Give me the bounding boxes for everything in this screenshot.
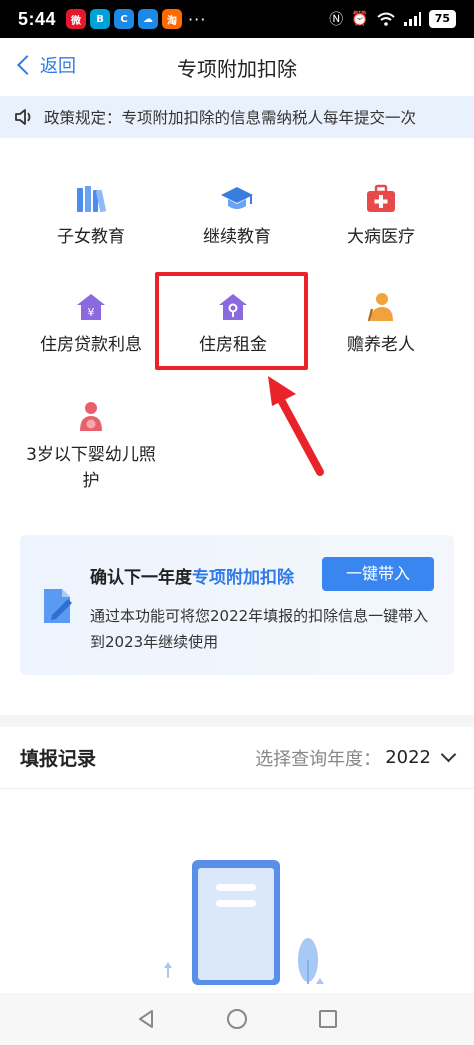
- annotation-arrow: [268, 376, 324, 476]
- category-housing-loan-interest[interactable]: ¥ 住房贷款利息: [16, 290, 166, 358]
- graduation-cap-icon: [220, 182, 254, 216]
- chevron-left-icon: [17, 55, 37, 75]
- category-serious-illness[interactable]: 大病医疗: [306, 182, 456, 250]
- year-selector[interactable]: 选择查询年度： 2022: [255, 745, 457, 771]
- mother-baby-icon: [74, 400, 108, 434]
- taobao-icon: 淘: [162, 9, 183, 29]
- records-title: 填报记录: [20, 748, 97, 770]
- alarm-icon: ⏰: [351, 11, 369, 27]
- house-yen-icon: ¥: [74, 290, 108, 324]
- empty-records-illustration: [164, 860, 324, 985]
- books-icon: [74, 182, 108, 216]
- wifi-icon: [377, 12, 395, 26]
- status-time: 5:44: [18, 8, 57, 29]
- banner-title-highlight: 专项附加扣除: [192, 568, 294, 588]
- speaker-icon: [15, 109, 31, 125]
- category-elderly-support[interactable]: 赡养老人: [306, 290, 456, 358]
- nav-bar: 返回 专项附加扣除: [0, 38, 474, 96]
- category-infant-care[interactable]: 3岁以下婴幼儿照护: [16, 400, 166, 494]
- app-c-icon: C: [114, 9, 135, 29]
- nav-recents-icon[interactable]: [317, 1008, 339, 1030]
- category-continuing-education[interactable]: 继续教育: [162, 182, 312, 250]
- category-child-education[interactable]: 子女教育: [16, 182, 166, 250]
- bilibili-icon: B: [90, 9, 111, 29]
- category-label: 3岁以下婴幼儿照护: [26, 445, 156, 491]
- elderly-icon: [364, 290, 398, 324]
- category-label: 继续教育: [203, 227, 271, 247]
- category-label: 子女教育: [57, 227, 125, 247]
- nav-home-icon[interactable]: [226, 1008, 248, 1030]
- svg-text:¥: ¥: [88, 306, 95, 319]
- more-notifications-icon: ···: [188, 9, 207, 29]
- category-label: 大病医疗: [347, 227, 415, 247]
- chevron-down-icon: [440, 746, 457, 763]
- nfc-icon: Ⓝ: [329, 12, 344, 28]
- banner-description: 通过本功能可将您2022年填报的扣除信息一键带入到2023年继续使用: [90, 607, 429, 651]
- section-divider: [0, 715, 474, 727]
- category-label: 赡养老人: [347, 335, 415, 355]
- banner-title: 确认下一年度专项附加扣除: [90, 563, 294, 588]
- battery-icon: 75: [428, 10, 456, 28]
- year-prompt: 选择查询年度：: [255, 748, 382, 770]
- medical-kit-icon: [364, 182, 398, 216]
- records-header: 填报记录 选择查询年度： 2022: [0, 727, 474, 789]
- highlight-box: [155, 272, 308, 370]
- year-value: 2022: [385, 747, 431, 768]
- carry-forward-banner: 确认下一年度专项附加扣除 一键带入 通过本功能可将您2022年填报的扣除信息一键…: [20, 535, 454, 675]
- status-bar: 5:44 微 B C ☁ 淘 ··· Ⓝ ⏰ 75: [0, 0, 474, 38]
- document-edit-icon: [44, 589, 72, 623]
- back-label: 返回: [40, 56, 76, 77]
- signal-icon: [403, 12, 421, 26]
- system-nav-bar: [0, 993, 474, 1045]
- category-label: 住房贷款利息: [40, 335, 142, 355]
- back-button[interactable]: 返回: [16, 52, 76, 78]
- one-click-import-button[interactable]: 一键带入: [322, 557, 434, 591]
- notice-text: 政策规定：专项附加扣除的信息需纳税人每年提交一次: [44, 109, 417, 127]
- cloud-icon: ☁: [138, 9, 159, 29]
- weibo-icon: 微: [66, 9, 87, 29]
- policy-notice: 政策规定：专项附加扣除的信息需纳税人每年提交一次: [0, 96, 474, 138]
- system-icons: Ⓝ ⏰ 75: [329, 9, 456, 29]
- banner-title-prefix: 确认下一年度: [90, 568, 192, 588]
- notification-icons: 微 B C ☁ 淘: [66, 9, 183, 29]
- nav-back-icon[interactable]: [135, 1008, 157, 1030]
